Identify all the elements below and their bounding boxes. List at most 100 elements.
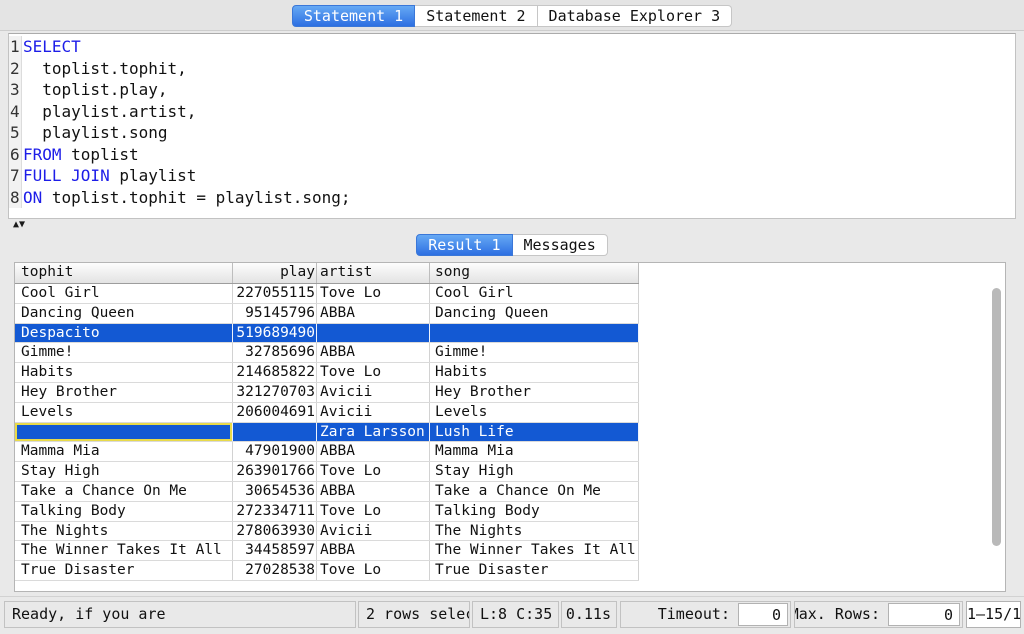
editor-code-text: playlist.song [22,122,168,144]
line-number: 2 [9,58,22,80]
table-cell-play[interactable]: 27028538 [233,561,317,580]
table-cell-tophit[interactable]: Cool Girl [15,284,233,303]
table-cell-tophit[interactable]: The Winner Takes It All [15,541,233,560]
table-cell-song[interactable]: Levels [430,403,639,422]
table-cell-tophit[interactable]: Gimme! [15,343,233,362]
table-cell-artist[interactable]: Zara Larsson [317,423,430,442]
table-cell-artist[interactable]: ABBA [317,343,430,362]
timeout-panel: Timeout: [620,601,791,628]
table-cell-artist[interactable]: ABBA [317,541,430,560]
timeout-label: Timeout: [658,602,730,627]
table-cell-play[interactable]: 278063930 [233,522,317,541]
tab-statement-2[interactable]: Statement 2 [415,5,537,27]
table-cell-tophit[interactable]: Dancing Queen [15,304,233,323]
table-cell-play[interactable]: 321270703 [233,383,317,402]
table-cell-play[interactable]: 32785696 [233,343,317,362]
table-row[interactable]: Zara LarssonLush Life [15,423,639,443]
table-row[interactable]: Hey Brother321270703AviciiHey Brother [15,383,639,403]
table-cell-song[interactable]: The Nights [430,522,639,541]
max-rows-input[interactable] [888,603,960,626]
editor-result-splitter[interactable]: ▲▼ [8,219,1016,233]
tab-statement-1[interactable]: Statement 1 [292,5,415,27]
table-cell-song[interactable]: Habits [430,363,639,382]
line-number: 1 [9,36,22,58]
table-row[interactable]: Talking Body272334711Tove LoTalking Body [15,502,639,522]
table-row[interactable]: Gimme!32785696ABBAGimme! [15,343,639,363]
table-row[interactable]: Habits214685822Tove LoHabits [15,363,639,383]
table-row[interactable]: The Winner Takes It All34458597ABBAThe W… [15,541,639,561]
table-cell-song[interactable]: Hey Brother [430,383,639,402]
table-cell-song[interactable]: Dancing Queen [430,304,639,323]
table-cell-tophit[interactable] [15,423,233,442]
table-cell-play[interactable]: 206004691 [233,403,317,422]
table-row[interactable]: The Nights278063930AviciiThe Nights [15,522,639,542]
table-cell-song[interactable]: The Winner Takes It All [430,541,639,560]
table-cell-tophit[interactable]: Despacito [15,324,233,343]
editor-line: 5 playlist.song [9,122,1015,144]
table-cell-artist[interactable]: ABBA [317,482,430,501]
table-cell-play[interactable]: 227055115 [233,284,317,303]
table-cell-song[interactable]: Lush Life [430,423,639,442]
tab-result-1[interactable]: Result 1 [416,234,512,256]
table-cell-song[interactable]: Cool Girl [430,284,639,303]
timeout-input[interactable] [738,603,788,626]
column-header-play[interactable]: play [233,263,317,283]
table-cell-tophit[interactable]: True Disaster [15,561,233,580]
table-cell-play[interactable]: 519689490 [233,324,317,343]
table-cell-song[interactable] [430,324,639,343]
table-row[interactable]: Stay High263901766Tove LoStay High [15,462,639,482]
table-cell-play[interactable]: 30654536 [233,482,317,501]
table-cell-song[interactable]: Take a Chance On Me [430,482,639,501]
splitter-collapse-expand-icons[interactable]: ▲▼ [13,219,25,230]
table-cell-artist[interactable]: ABBA [317,304,430,323]
table-cell-tophit[interactable]: Take a Chance On Me [15,482,233,501]
table-cell-song[interactable]: Stay High [430,462,639,481]
table-cell-tophit[interactable]: Levels [15,403,233,422]
table-row[interactable]: Mamma Mia47901900ABBAMamma Mia [15,442,639,462]
table-cell-artist[interactable]: ABBA [317,442,430,461]
table-row[interactable]: Take a Chance On Me30654536ABBATake a Ch… [15,482,639,502]
table-cell-tophit[interactable]: Hey Brother [15,383,233,402]
execution-time-indicator: 0.11s [561,601,617,628]
table-cell-tophit[interactable]: The Nights [15,522,233,541]
sql-editor[interactable]: 1SELECT2 toplist.tophit,3 toplist.play,4… [8,33,1016,219]
table-row[interactable]: Cool Girl227055115Tove LoCool Girl [15,284,639,304]
table-cell-tophit[interactable]: Habits [15,363,233,382]
vertical-scrollbar-thumb[interactable] [992,288,1001,546]
table-cell-song[interactable]: True Disaster [430,561,639,580]
table-cell-artist[interactable]: Tove Lo [317,284,430,303]
table-cell-play[interactable]: 214685822 [233,363,317,382]
table-cell-artist[interactable]: Tove Lo [317,363,430,382]
table-row[interactable]: True Disaster27028538Tove LoTrue Disaste… [15,561,639,581]
sql-text: playlist.song [23,123,168,142]
table-cell-artist[interactable]: Tove Lo [317,561,430,580]
table-cell-play[interactable]: 34458597 [233,541,317,560]
column-header-artist[interactable]: artist [317,263,430,283]
tab-database-explorer-3[interactable]: Database Explorer 3 [538,5,733,27]
sql-keyword: FROM [23,145,62,164]
table-cell-play[interactable]: 263901766 [233,462,317,481]
tab-messages[interactable]: Messages [513,234,608,256]
table-cell-tophit[interactable]: Stay High [15,462,233,481]
table-row[interactable]: Despacito519689490 [15,324,639,344]
table-cell-play[interactable]: 272334711 [233,502,317,521]
table-cell-tophit[interactable]: Talking Body [15,502,233,521]
table-cell-tophit[interactable]: Mamma Mia [15,442,233,461]
column-header-song[interactable]: song [430,263,639,283]
table-cell-play[interactable] [233,423,317,442]
table-cell-song[interactable]: Gimme! [430,343,639,362]
table-cell-artist[interactable] [317,324,430,343]
table-cell-song[interactable]: Mamma Mia [430,442,639,461]
table-cell-song[interactable]: Talking Body [430,502,639,521]
table-row[interactable]: Levels206004691AviciiLevels [15,403,639,423]
table-cell-artist[interactable]: Avicii [317,403,430,422]
table-cell-artist[interactable]: Avicii [317,522,430,541]
line-number: 6 [9,144,22,166]
table-cell-artist[interactable]: Tove Lo [317,462,430,481]
table-cell-play[interactable]: 47901900 [233,442,317,461]
table-cell-artist[interactable]: Avicii [317,383,430,402]
table-row[interactable]: Dancing Queen95145796ABBADancing Queen [15,304,639,324]
column-header-tophit[interactable]: tophit [15,263,233,283]
table-cell-play[interactable]: 95145796 [233,304,317,323]
table-cell-artist[interactable]: Tove Lo [317,502,430,521]
